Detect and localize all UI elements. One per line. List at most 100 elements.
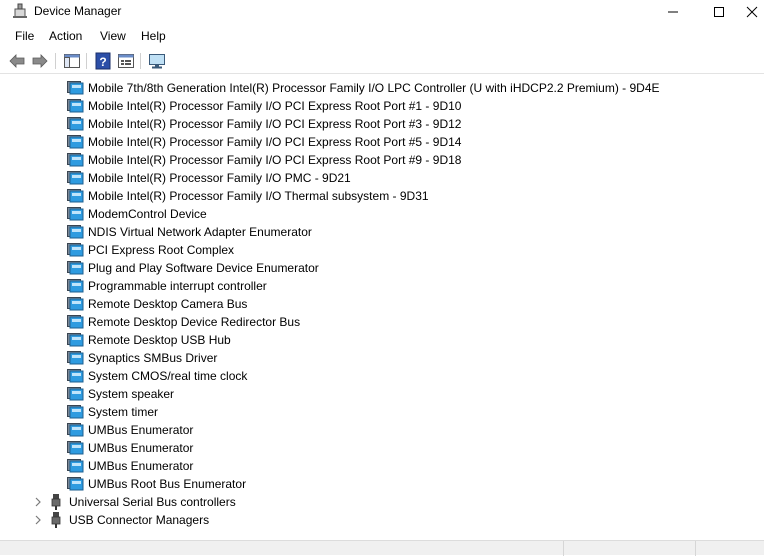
tree-category[interactable]: Universal Serial Bus controllers — [0, 493, 764, 511]
system-device-icon — [67, 153, 84, 167]
tree-item[interactable]: Plug and Play Software Device Enumerator — [0, 259, 764, 277]
menu-action[interactable]: Action — [49, 29, 82, 43]
system-device-icon — [67, 369, 84, 383]
toolbar-separator — [86, 53, 87, 69]
close-icon — [746, 6, 758, 18]
system-device-icon — [67, 477, 84, 491]
status-panel — [563, 541, 695, 556]
system-device-icon — [67, 297, 84, 311]
usb-plug-icon — [51, 512, 61, 528]
system-device-icon — [67, 459, 84, 473]
back-button[interactable] — [8, 52, 26, 70]
properties-button[interactable] — [117, 52, 135, 70]
tree-item-label: UMBus Root Bus Enumerator — [88, 477, 247, 491]
tree-item[interactable]: Mobile Intel(R) Processor Family I/O PMC… — [0, 169, 764, 187]
tree-item[interactable]: Mobile Intel(R) Processor Family I/O PCI… — [0, 115, 764, 133]
tree-item-label: UMBus Enumerator — [88, 441, 194, 455]
tree-item[interactable]: System timer — [0, 403, 764, 421]
device-tree: Mobile 7th/8th Generation Intel(R) Proce… — [0, 79, 764, 540]
title-bar: Device Manager — [0, 0, 764, 24]
menu-view[interactable]: View — [100, 29, 126, 43]
tree-item-label: UMBus Enumerator — [88, 459, 194, 473]
tree-item-label: Mobile Intel(R) Processor Family I/O PCI… — [88, 117, 462, 131]
tree-item[interactable]: System CMOS/real time clock — [0, 367, 764, 385]
tree-item-label: ModemControl Device — [88, 207, 207, 221]
scan-hardware-button[interactable] — [148, 52, 166, 70]
tree-item-label: System timer — [88, 405, 159, 419]
toolbar-separator — [55, 53, 56, 69]
close-button[interactable] — [742, 0, 764, 24]
chevron-right-icon[interactable] — [33, 514, 43, 526]
system-device-icon — [67, 135, 84, 149]
system-device-icon — [67, 405, 84, 419]
menu-file[interactable]: File — [15, 29, 34, 43]
system-device-icon — [67, 261, 84, 275]
forward-arrow-icon — [32, 54, 48, 68]
tree-item[interactable]: Remote Desktop USB Hub — [0, 331, 764, 349]
device-manager-icon — [13, 3, 27, 18]
svg-text:?: ? — [99, 55, 106, 69]
tree-item[interactable]: Programmable interrupt controller — [0, 277, 764, 295]
minimize-button[interactable] — [650, 0, 696, 24]
scan-hardware-monitor-icon — [149, 54, 165, 69]
tree-category[interactable]: USB Connector Managers — [0, 511, 764, 529]
tree-item[interactable]: UMBus Root Bus Enumerator — [0, 475, 764, 493]
system-device-icon — [67, 171, 84, 185]
system-device-icon — [67, 189, 84, 203]
tree-item-label: UMBus Enumerator — [88, 423, 194, 437]
help-icon: ? — [95, 52, 111, 70]
tree-item-label: System speaker — [88, 387, 175, 401]
tree-item[interactable]: Mobile Intel(R) Processor Family I/O The… — [0, 187, 764, 205]
tree-item[interactable]: Mobile Intel(R) Processor Family I/O PCI… — [0, 133, 764, 151]
forward-button[interactable] — [31, 52, 49, 70]
tree-item[interactable]: ModemControl Device — [0, 205, 764, 223]
tree-item-label: Mobile Intel(R) Processor Family I/O PCI… — [88, 135, 462, 149]
tree-item[interactable]: Mobile Intel(R) Processor Family I/O PCI… — [0, 151, 764, 169]
help-button[interactable]: ? — [94, 52, 112, 70]
chevron-right-icon[interactable] — [33, 496, 43, 508]
tree-item[interactable]: Remote Desktop Camera Bus — [0, 295, 764, 313]
tree-item-label: System CMOS/real time clock — [88, 369, 248, 383]
tree-item-label: Remote Desktop Camera Bus — [88, 297, 248, 311]
tree-item-label: NDIS Virtual Network Adapter Enumerator — [88, 225, 312, 239]
menu-help[interactable]: Help — [141, 29, 166, 43]
system-device-icon — [67, 315, 84, 329]
tree-item[interactable]: NDIS Virtual Network Adapter Enumerator — [0, 223, 764, 241]
system-device-icon — [67, 441, 84, 455]
tree-category-label: USB Connector Managers — [69, 513, 210, 527]
menu-bar: File Action View Help — [0, 26, 764, 46]
properties-icon — [118, 54, 134, 68]
show-hide-console-tree-button[interactable] — [63, 52, 81, 70]
back-arrow-icon — [9, 54, 25, 68]
maximize-button[interactable] — [696, 0, 742, 24]
tree-item[interactable]: UMBus Enumerator — [0, 457, 764, 475]
tree-item-label: Mobile 7th/8th Generation Intel(R) Proce… — [88, 81, 660, 95]
tree-item-label: Mobile Intel(R) Processor Family I/O The… — [88, 189, 429, 203]
system-device-icon — [67, 207, 84, 221]
system-device-icon — [67, 243, 84, 257]
tree-category-label: Universal Serial Bus controllers — [69, 495, 236, 509]
system-device-icon — [67, 99, 84, 113]
status-bar — [0, 540, 764, 556]
tree-item-label: Remote Desktop Device Redirector Bus — [88, 315, 301, 329]
toolbar-separator — [140, 53, 141, 69]
system-device-icon — [67, 225, 84, 239]
tree-item[interactable]: System speaker — [0, 385, 764, 403]
usb-plug-icon — [51, 494, 61, 510]
tree-item[interactable]: Mobile Intel(R) Processor Family I/O PCI… — [0, 97, 764, 115]
status-panel — [695, 541, 764, 556]
tree-item[interactable]: Remote Desktop Device Redirector Bus — [0, 313, 764, 331]
tree-item[interactable]: PCI Express Root Complex — [0, 241, 764, 259]
system-device-icon — [67, 387, 84, 401]
show-hide-console-tree-icon — [64, 54, 80, 68]
tree-item-label: Synaptics SMBus Driver — [88, 351, 218, 365]
tree-item-label: PCI Express Root Complex — [88, 243, 235, 257]
tree-item-label: Remote Desktop USB Hub — [88, 333, 231, 347]
maximize-icon — [714, 7, 724, 17]
tree-item[interactable]: Mobile 7th/8th Generation Intel(R) Proce… — [0, 79, 764, 97]
tree-item[interactable]: Synaptics SMBus Driver — [0, 349, 764, 367]
tree-item[interactable]: UMBus Enumerator — [0, 421, 764, 439]
tree-item-label: Programmable interrupt controller — [88, 279, 267, 293]
minimize-icon — [668, 11, 678, 13]
tree-item[interactable]: UMBus Enumerator — [0, 439, 764, 457]
